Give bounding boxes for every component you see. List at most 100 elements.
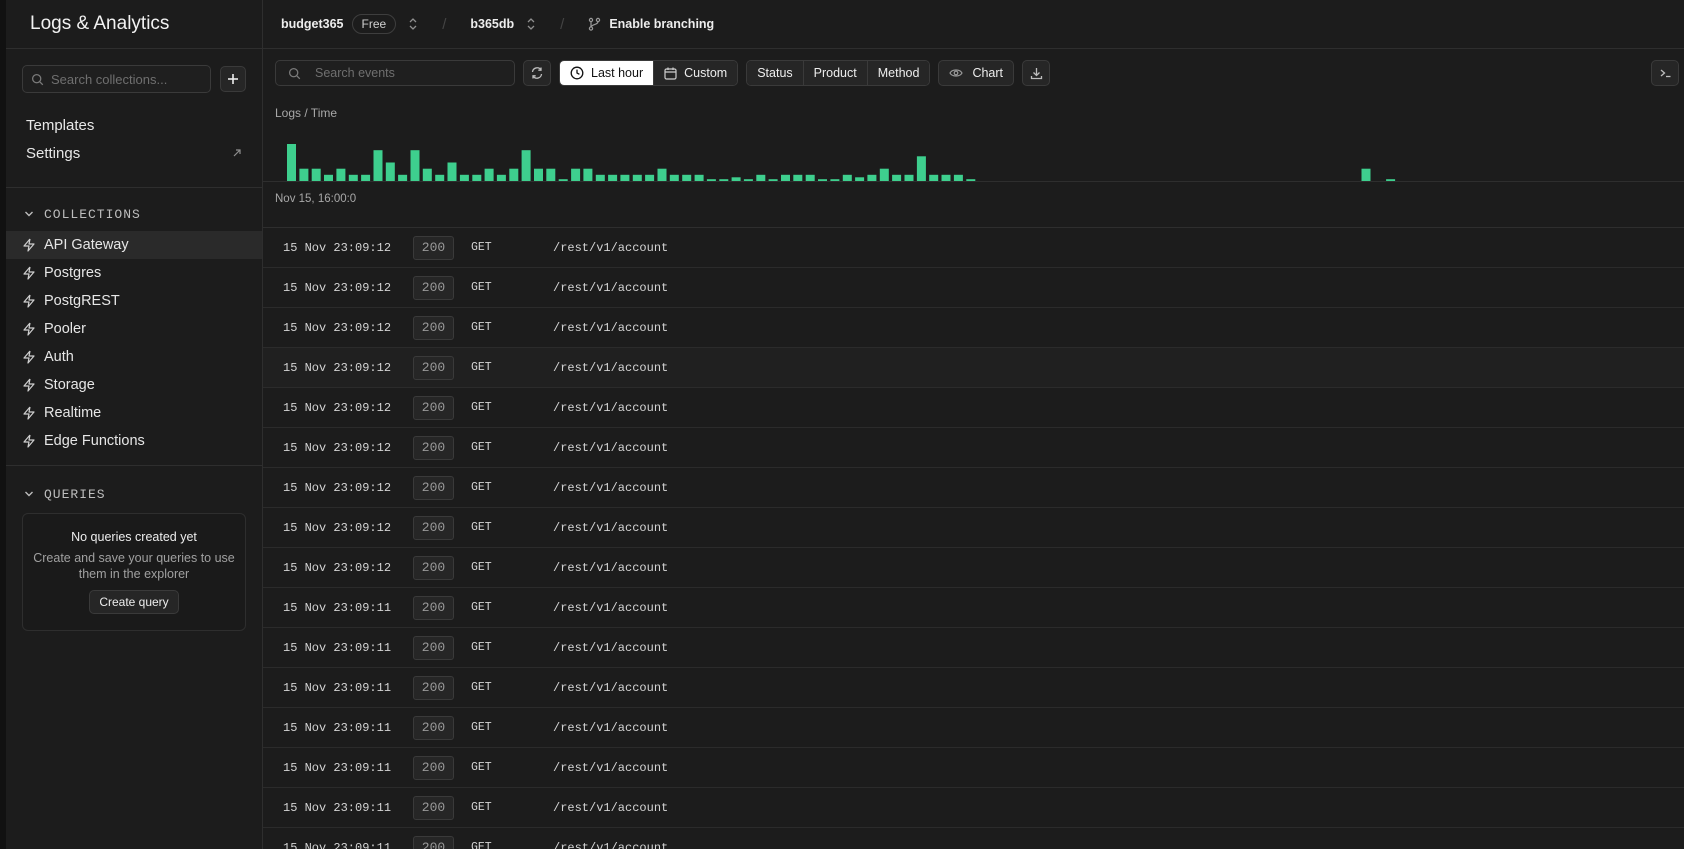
- method-filter-button[interactable]: Method: [867, 61, 930, 85]
- chart-bar[interactable]: [867, 174, 877, 181]
- refresh-button[interactable]: [523, 60, 551, 86]
- collection-item-postgres[interactable]: Postgres: [6, 259, 262, 287]
- chart-bar[interactable]: [892, 174, 902, 181]
- chart-bar[interactable]: [422, 168, 432, 181]
- chart-bar[interactable]: [373, 150, 383, 181]
- chevron-updown-icon[interactable]: [408, 17, 418, 31]
- chart-bar[interactable]: [410, 150, 420, 181]
- collection-item-pooler[interactable]: Pooler: [6, 315, 262, 343]
- chart-bar[interactable]: [521, 150, 531, 181]
- chart-bar[interactable]: [299, 168, 309, 181]
- log-row[interactable]: 15 Nov 23:09:11 200 GET/rest/v1/account: [263, 588, 1684, 628]
- chart-bar[interactable]: [818, 179, 827, 181]
- chart-bar[interactable]: [781, 174, 790, 181]
- collection-item-edge-functions[interactable]: Edge Functions: [6, 427, 262, 455]
- chart-bar[interactable]: [842, 174, 852, 181]
- chart-bar[interactable]: [509, 168, 519, 181]
- project-name[interactable]: budget365: [281, 17, 344, 31]
- chart-bar[interactable]: [855, 177, 865, 181]
- log-row[interactable]: 15 Nov 23:09:11 200 GET/rest/v1/account: [263, 628, 1684, 668]
- log-row[interactable]: 15 Nov 23:09:12 200 GET/rest/v1/account: [263, 268, 1684, 308]
- chart-bar[interactable]: [731, 177, 741, 181]
- product-filter-button[interactable]: Product: [803, 61, 868, 85]
- chart-bar[interactable]: [694, 174, 704, 181]
- chart-bar[interactable]: [435, 174, 445, 181]
- chart-bar[interactable]: [608, 174, 618, 181]
- collection-item-storage[interactable]: Storage: [6, 371, 262, 399]
- chart-bar[interactable]: [916, 156, 926, 181]
- collections-section-header[interactable]: COLLECTIONS: [6, 203, 262, 225]
- chart-bar[interactable]: [534, 168, 543, 181]
- chart-bar[interactable]: [361, 174, 371, 181]
- chart-bar[interactable]: [287, 144, 296, 181]
- chart-bar[interactable]: [929, 174, 939, 181]
- log-row[interactable]: 15 Nov 23:09:12 200 GET/rest/v1/account: [263, 548, 1684, 588]
- chevron-updown-icon[interactable]: [526, 17, 536, 31]
- log-row[interactable]: 15 Nov 23:09:12 200 GET/rest/v1/account: [263, 348, 1684, 388]
- log-row[interactable]: 15 Nov 23:09:12 200 GET/rest/v1/account: [263, 388, 1684, 428]
- chart-bar[interactable]: [953, 174, 963, 181]
- collection-item-postgrest[interactable]: PostgREST: [6, 287, 262, 315]
- chart-bar[interactable]: [657, 168, 667, 181]
- terminal-button[interactable]: [1651, 60, 1679, 86]
- chart-bar[interactable]: [632, 174, 642, 181]
- log-row[interactable]: 15 Nov 23:09:12 200 GET/rest/v1/account: [263, 308, 1684, 348]
- database-name[interactable]: b365db: [470, 17, 514, 31]
- chart-bar[interactable]: [682, 174, 692, 181]
- chart-toggle-button[interactable]: Chart: [938, 60, 1015, 86]
- chart-bar[interactable]: [595, 174, 605, 181]
- chart-bar[interactable]: [348, 174, 358, 181]
- collection-item-auth[interactable]: Auth: [6, 343, 262, 371]
- chart-bar[interactable]: [472, 174, 482, 181]
- queries-section-header[interactable]: QUERIES: [6, 483, 262, 505]
- status-filter-button[interactable]: Status: [747, 61, 804, 85]
- chart-bar[interactable]: [583, 168, 593, 181]
- chart-bar[interactable]: [484, 168, 494, 181]
- chart-bar[interactable]: [941, 174, 951, 181]
- chart-bar[interactable]: [620, 174, 630, 181]
- chart-bar[interactable]: [669, 174, 679, 181]
- log-row[interactable]: 15 Nov 23:09:12 200 GET/rest/v1/account: [263, 228, 1684, 268]
- chart-bar[interactable]: [805, 174, 815, 181]
- log-row[interactable]: 15 Nov 23:09:12 200 GET/rest/v1/account: [263, 468, 1684, 508]
- add-collection-button[interactable]: [220, 66, 246, 92]
- chart-bar[interactable]: [398, 174, 408, 181]
- create-query-button[interactable]: Create query: [89, 590, 179, 614]
- enable-branching-button[interactable]: Enable branching: [588, 17, 714, 31]
- collection-item-realtime[interactable]: Realtime: [6, 399, 262, 427]
- chart-bar[interactable]: [904, 174, 914, 181]
- chart-bar[interactable]: [459, 174, 469, 181]
- chart-bar[interactable]: [1386, 179, 1396, 181]
- collections-search-input[interactable]: Search collections...: [22, 65, 212, 93]
- log-row[interactable]: 15 Nov 23:09:11 200 GET/rest/v1/account: [263, 708, 1684, 748]
- chart-bar[interactable]: [830, 179, 840, 181]
- chart-bar[interactable]: [793, 174, 803, 181]
- chart-bar[interactable]: [706, 179, 716, 181]
- sidebar-link-templates[interactable]: Templates: [6, 111, 262, 139]
- chart-bar[interactable]: [1361, 168, 1371, 181]
- log-row[interactable]: 15 Nov 23:09:12 200 GET/rest/v1/account: [263, 508, 1684, 548]
- log-row[interactable]: 15 Nov 23:09:11 200 GET/rest/v1/account: [263, 748, 1684, 788]
- chart-bar[interactable]: [879, 168, 889, 181]
- download-button[interactable]: [1022, 60, 1051, 86]
- log-row[interactable]: 15 Nov 23:09:11 200 GET/rest/v1/account: [263, 828, 1684, 849]
- log-row[interactable]: 15 Nov 23:09:12 200 GET/rest/v1/account: [263, 428, 1684, 468]
- chart-bar[interactable]: [743, 179, 753, 181]
- chart-bar[interactable]: [966, 179, 976, 181]
- chart-bar[interactable]: [768, 179, 778, 181]
- sidebar-link-settings[interactable]: Settings: [6, 139, 262, 167]
- log-row[interactable]: 15 Nov 23:09:11 200 GET/rest/v1/account: [263, 788, 1684, 828]
- chart-bar[interactable]: [645, 174, 655, 181]
- chart-bar[interactable]: [571, 168, 581, 181]
- chart-bar[interactable]: [756, 174, 766, 181]
- chart-bar[interactable]: [324, 174, 333, 181]
- chart-bar[interactable]: [385, 162, 395, 182]
- last-hour-button[interactable]: Last hour: [560, 61, 655, 85]
- chart-bar[interactable]: [496, 174, 506, 181]
- chart-bar[interactable]: [558, 179, 568, 181]
- chart-bar[interactable]: [546, 168, 556, 181]
- custom-range-button[interactable]: Custom: [654, 61, 738, 85]
- chart-bar[interactable]: [311, 168, 321, 181]
- chart-bar[interactable]: [336, 168, 346, 181]
- chart-bar[interactable]: [719, 179, 729, 181]
